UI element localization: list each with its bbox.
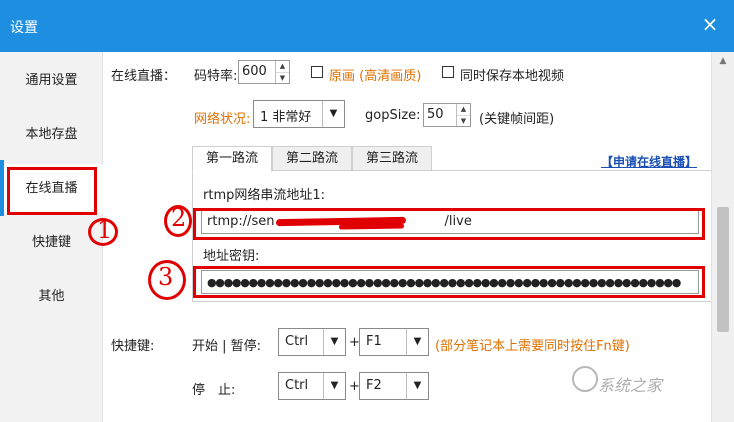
live-settings-panel: 在线直播： 码特率: 600 ▲ ▼ 原画 (高清画质) 同时保存本地视频 网络状… <box>103 52 713 422</box>
key-label: 地址密钥: <box>203 249 260 264</box>
stop-modifier-select[interactable]: Ctrl ▼ <box>278 372 346 400</box>
triangle-down-icon: ▼ <box>323 329 345 355</box>
triangle-down-icon: ▼ <box>322 101 344 127</box>
gop-label: gopSize: <box>365 108 421 123</box>
title-bar: 设置 × <box>0 0 734 52</box>
key-input[interactable]: ●●●●●●●●●●●●●●●●●●●●●●●●●●●●●●●●●●●●●●●●… <box>201 270 699 294</box>
tab-label: 第一路流 <box>205 151 258 166</box>
original-quality-label: 原画 (高清画质) <box>329 69 422 84</box>
network-select[interactable]: 1 非常好 ▼ <box>253 100 345 128</box>
spin-down-icon[interactable]: ▼ <box>457 115 470 126</box>
save-local-label: 同时保存本地视频 <box>460 69 565 84</box>
stop-modifier-value: Ctrl <box>285 378 309 393</box>
live-section-label: 在线直播： <box>111 69 177 84</box>
annotation-number-3: 3 <box>158 263 174 291</box>
stop-label: 停 止: <box>192 383 236 398</box>
gop-hint: (关键帧间距) <box>479 112 555 127</box>
scroll-up-icon[interactable]: ▲ <box>712 52 734 70</box>
bitrate-spinner[interactable]: 600 ▲ ▼ <box>238 60 290 84</box>
watermark-logo-icon <box>572 366 598 392</box>
sidebar-item-label: 本地存盘 <box>25 127 78 142</box>
sidebar-item-general[interactable]: 通用设置 <box>0 56 103 106</box>
network-label: 网络状况: <box>194 112 251 127</box>
rtmp-url-suffix: /live <box>444 214 472 229</box>
bitrate-label: 码特率: <box>194 69 238 84</box>
sidebar-item-local-save[interactable]: 本地存盘 <box>0 110 103 160</box>
tab-stream-1[interactable]: 第一路流 <box>192 146 272 172</box>
start-modifier-select[interactable]: Ctrl ▼ <box>278 328 346 356</box>
apply-live-link[interactable]: 【申请在线直播】 <box>601 153 697 170</box>
triangle-down-icon: ▼ <box>406 329 428 355</box>
spin-up-icon[interactable]: ▲ <box>276 61 289 72</box>
start-modifier-value: Ctrl <box>285 334 309 349</box>
tab-stream-2[interactable]: 第二路流 <box>272 146 352 172</box>
tab-stream-3[interactable]: 第三路流 <box>352 146 432 172</box>
hotkeys-label: 快捷键: <box>111 339 155 354</box>
triangle-down-icon: ▼ <box>323 373 345 399</box>
window-title: 设置 <box>10 20 38 36</box>
watermark-text: 系统之家 <box>598 376 663 395</box>
bitrate-value: 600 <box>242 64 267 79</box>
network-value: 1 非常好 <box>260 110 312 125</box>
sidebar-item-other[interactable]: 其他 <box>0 272 103 322</box>
annotation-number-2: 2 <box>171 204 187 232</box>
spin-down-icon[interactable]: ▼ <box>276 72 289 83</box>
sidebar-item-hotkeys[interactable]: 快捷键 <box>0 218 103 268</box>
sidebar-item-label: 在线直播 <box>25 181 78 196</box>
triangle-down-icon: ▼ <box>406 373 428 399</box>
rtmp-label: rtmp网络串流地址1: <box>203 188 326 203</box>
stop-key-select[interactable]: F2 ▼ <box>359 372 429 400</box>
original-quality-checkbox[interactable] <box>311 66 323 78</box>
gop-spinner[interactable]: 50 ▲ ▼ <box>423 103 471 127</box>
save-local-checkbox[interactable] <box>442 66 454 78</box>
vertical-scrollbar[interactable]: ▲ <box>711 52 734 422</box>
start-key-select[interactable]: F1 ▼ <box>359 328 429 356</box>
annotation-number-1: 1 <box>97 216 113 244</box>
close-icon[interactable]: × <box>698 12 722 36</box>
scrollbar-thumb[interactable] <box>717 207 729 332</box>
start-pause-label: 开始 | 暂停: <box>192 339 262 354</box>
sidebar-item-live[interactable]: 在线直播 <box>0 164 103 214</box>
sidebar-item-label: 其他 <box>38 289 65 304</box>
active-indicator <box>0 160 4 216</box>
fn-key-note: (部分笔记本上需要同时按住Fn键) <box>435 339 630 354</box>
spin-up-icon[interactable]: ▲ <box>457 104 470 115</box>
sidebar: 通用设置 本地存盘 在线直播 快捷键 其他 <box>0 52 103 422</box>
sidebar-item-label: 通用设置 <box>25 73 78 88</box>
stop-key-value: F2 <box>366 378 382 393</box>
gop-value: 50 <box>427 107 444 122</box>
sidebar-item-label: 快捷键 <box>31 235 71 250</box>
tab-label: 第三路流 <box>365 151 418 166</box>
tab-label: 第二路流 <box>285 151 338 166</box>
rtmp-url-prefix: rtmp://sen <box>207 214 275 229</box>
start-key-value: F1 <box>366 334 382 349</box>
